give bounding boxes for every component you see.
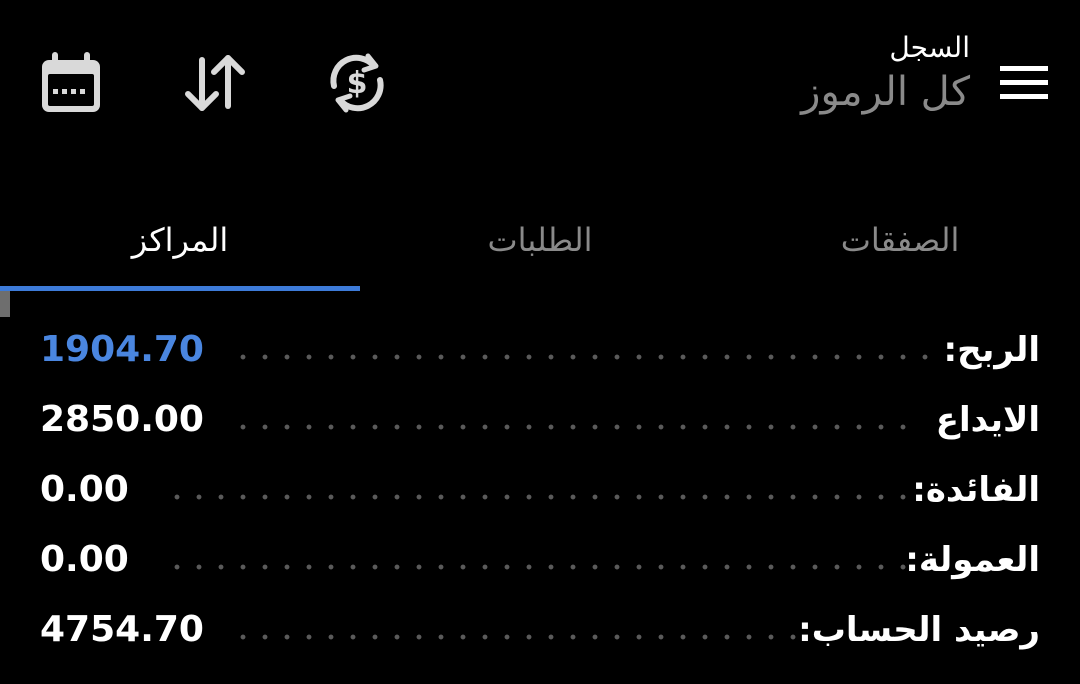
summary-row-deposit: 2850.00 الايداع bbox=[0, 390, 1080, 450]
commission-value: 0.00 bbox=[40, 539, 129, 580]
profit-label: الربح: bbox=[943, 330, 1040, 370]
dotted-leader bbox=[232, 354, 932, 360]
summary-row-profit: 1904.70 الربح: bbox=[0, 320, 1080, 380]
summary-row-commission: 0.00 العمولة: bbox=[0, 530, 1080, 590]
header-text: السجل كل الرموز bbox=[801, 30, 970, 118]
deposit-label: الايداع bbox=[935, 400, 1040, 440]
scroll-marker bbox=[0, 291, 10, 317]
balance-label: رصيد الحساب: bbox=[798, 610, 1040, 650]
active-tab-indicator bbox=[0, 286, 360, 291]
tab-deals[interactable]: الصفقات bbox=[720, 190, 1080, 290]
sort-icon[interactable] bbox=[180, 48, 250, 118]
currency-exchange-icon[interactable]: $ bbox=[322, 48, 392, 118]
symbol-filter[interactable]: كل الرموز bbox=[801, 66, 970, 118]
tab-orders[interactable]: الطلبات bbox=[360, 190, 720, 290]
calendar-icon[interactable] bbox=[36, 48, 106, 118]
history-screen: $ السجل كل الرموز الصفقات الطلبات المراك… bbox=[0, 0, 1080, 684]
profit-value: 1904.70 bbox=[40, 329, 204, 370]
dotted-leader bbox=[166, 564, 916, 570]
tab-bar: الصفقات الطلبات المراكز bbox=[0, 190, 1080, 290]
tab-positions[interactable]: المراكز bbox=[0, 190, 360, 290]
balance-value: 4754.70 bbox=[40, 609, 204, 650]
dotted-leader bbox=[232, 634, 812, 640]
page-title: السجل bbox=[889, 31, 970, 64]
summary-row-balance: 4754.70 رصيد الحساب: bbox=[0, 600, 1080, 660]
dotted-leader bbox=[232, 424, 922, 430]
commission-label: العمولة: bbox=[905, 540, 1040, 580]
swap-label: الفائدة: bbox=[912, 470, 1040, 510]
deposit-value: 2850.00 bbox=[40, 399, 204, 440]
menu-icon[interactable] bbox=[998, 66, 1050, 102]
summary-row-swap: 0.00 الفائدة: bbox=[0, 460, 1080, 520]
dotted-leader bbox=[166, 494, 916, 500]
svg-text:$: $ bbox=[347, 66, 368, 101]
swap-value: 0.00 bbox=[40, 469, 129, 510]
